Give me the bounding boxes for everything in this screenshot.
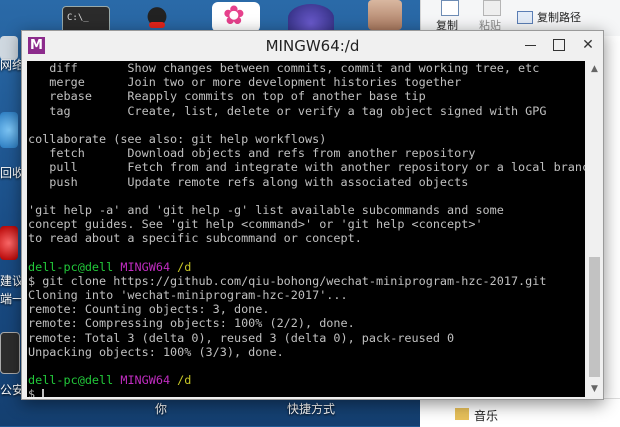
terminal-line: collaborate (see also: git help workflow… xyxy=(28,131,327,146)
copy-icon xyxy=(441,0,459,16)
terminal-scrollbar[interactable]: ▲ ▼ xyxy=(587,61,602,397)
mingw-window: M MINGW64:/d ✕ diff Show changes between… xyxy=(21,30,604,400)
qq-shortcut-icon[interactable] xyxy=(140,4,174,32)
input-prompt: $ xyxy=(28,387,43,397)
prompt-shell: MINGW64 xyxy=(120,373,171,388)
terminal-line: to read about a specific subcommand or c… xyxy=(28,231,362,246)
app-shortcut-icon[interactable] xyxy=(212,1,260,32)
terminal-line: rebase Reapply commits on top of another… xyxy=(28,89,426,104)
folder-icon xyxy=(455,408,469,420)
terminal-line: fetch Download objects and refs from ano… xyxy=(28,146,476,161)
desktop-label: 快捷方式 xyxy=(287,402,336,416)
copy-path-button[interactable]: 复制路径 xyxy=(517,9,581,25)
prompt-shell: MINGW64 xyxy=(120,259,171,274)
maximize-button[interactable] xyxy=(544,31,574,59)
desktop-shortcut-icon[interactable] xyxy=(0,226,18,260)
terminal-output: diff Show changes between commits, commi… xyxy=(27,61,585,397)
scroll-up-arrow-icon[interactable]: ▲ xyxy=(587,61,602,77)
terminal-line: push Update remote refs along with assoc… xyxy=(28,174,469,189)
terminal-line: concept guides. See 'git help <command>'… xyxy=(28,217,483,232)
desktop-label: 你 xyxy=(155,402,168,416)
prompt-path: /d xyxy=(177,373,192,388)
terminal-line: Unpacking objects: 100% (3/3), done. xyxy=(28,344,284,359)
terminal-line: remote: Total 3 (delta 0), reused 3 (del… xyxy=(28,330,455,345)
terminal-line: Cloning into 'wechat-miniprogram-hzc-201… xyxy=(28,288,348,302)
terminal-line: tag Create, list, delete or verify a tag… xyxy=(28,103,547,118)
prompt-user: dell-pc@dell xyxy=(28,259,114,274)
title-bar[interactable]: M MINGW64:/d ✕ xyxy=(22,31,603,61)
photo-shortcut-icon[interactable] xyxy=(368,0,402,30)
terminal-line: pull Fetch from and integrate with anoth… xyxy=(28,160,585,175)
close-button[interactable]: ✕ xyxy=(573,31,603,59)
prompt-user: dell-pc@dell xyxy=(28,373,114,388)
minimize-button[interactable] xyxy=(516,31,546,59)
terminal-line: remote: Compressing objects: 100% (2/2),… xyxy=(28,316,355,331)
desktop-shortcut-icon[interactable] xyxy=(0,332,20,374)
command-line: $ git clone https://github.com/qiu-bohon… xyxy=(28,273,547,288)
prompt-line: dell-pc@dell MINGW64 /d xyxy=(28,373,585,387)
prompt-line: dell-pc@dell MINGW64 /d xyxy=(28,260,585,274)
explorer-file-list: 音乐 xyxy=(420,398,620,427)
terminal-line: remote: Counting objects: 3, done. xyxy=(28,302,270,317)
copy-path-label: 复制路径 xyxy=(537,11,581,24)
copy-path-icon xyxy=(517,10,533,24)
eclipse-shortcut-icon[interactable] xyxy=(288,4,334,32)
paste-icon xyxy=(483,0,501,16)
terminal-line: merge Join two or more development histo… xyxy=(28,75,462,90)
terminal-line: diff Show changes between commits, commi… xyxy=(28,61,540,75)
input-line[interactable]: $ xyxy=(28,387,585,397)
terminal-area[interactable]: diff Show changes between commits, commi… xyxy=(27,61,585,397)
text-cursor xyxy=(42,388,45,397)
recycle-bin-icon[interactable] xyxy=(0,112,18,148)
scroll-down-arrow-icon[interactable]: ▼ xyxy=(587,381,602,397)
scrollbar-thumb[interactable] xyxy=(589,257,600,377)
prompt-path: /d xyxy=(177,259,192,274)
file-list-item[interactable]: 音乐 xyxy=(474,407,498,424)
terminal-line: 'git help -a' and 'git help -g' list ava… xyxy=(28,202,504,217)
